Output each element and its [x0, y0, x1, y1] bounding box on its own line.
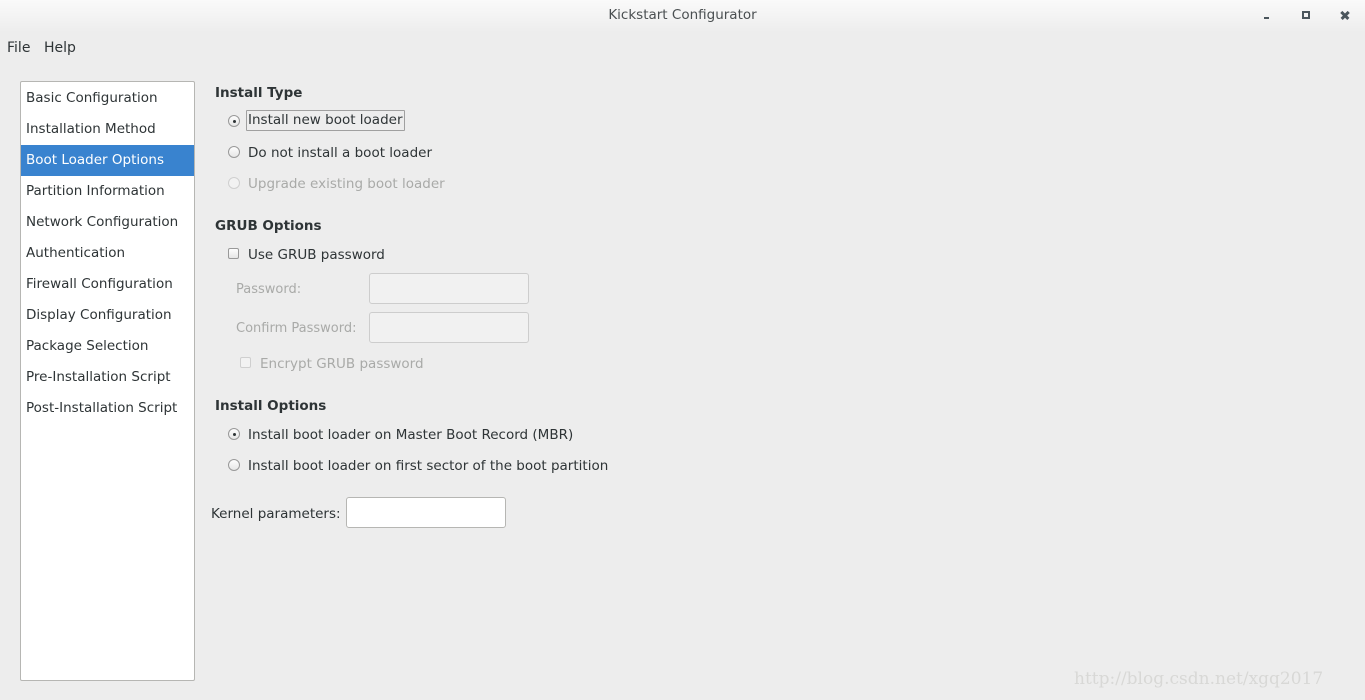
- install-boot-partition-radio[interactable]: [228, 459, 240, 471]
- install-type-heading: Install Type: [215, 85, 303, 101]
- kernel-parameters-label: Kernel parameters:: [211, 506, 341, 522]
- grub-options-heading: GRUB Options: [215, 218, 322, 234]
- minimize-button[interactable]: [1258, 6, 1278, 26]
- confirm-password-field: [369, 312, 529, 343]
- sidebar-item-firewall-configuration[interactable]: Firewall Configuration: [21, 269, 194, 300]
- encrypt-grub-password-checkbox: [240, 357, 251, 368]
- section-list: Basic Configuration Installation Method …: [20, 81, 195, 681]
- upgrade-existing-radio: [228, 177, 240, 189]
- title-bar: Kickstart Configurator: [0, 0, 1365, 32]
- do-not-install-label[interactable]: Do not install a boot loader: [248, 145, 432, 161]
- install-new-boot-loader-label[interactable]: Install new boot loader: [246, 110, 405, 131]
- install-boot-partition-label[interactable]: Install boot loader on first sector of t…: [248, 458, 608, 474]
- encrypt-grub-password-label: Encrypt GRUB password: [260, 356, 424, 372]
- sidebar-item-display-configuration[interactable]: Display Configuration: [21, 300, 194, 331]
- kernel-parameters-input[interactable]: [346, 497, 506, 528]
- password-field: [369, 273, 529, 304]
- install-mbr-radio[interactable]: [228, 428, 240, 440]
- sidebar-item-pre-installation-script[interactable]: Pre-Installation Script: [21, 362, 194, 393]
- sidebar-item-partition-information[interactable]: Partition Information: [21, 176, 194, 207]
- sidebar-item-network-configuration[interactable]: Network Configuration: [21, 207, 194, 238]
- password-label: Password:: [236, 282, 302, 297]
- window-title: Kickstart Configurator: [608, 7, 757, 23]
- menu-file[interactable]: File: [7, 40, 30, 56]
- use-grub-password-label[interactable]: Use GRUB password: [248, 247, 385, 263]
- watermark: http://blog.csdn.net/xgq2017: [1074, 669, 1324, 689]
- sidebar-item-boot-loader-options[interactable]: Boot Loader Options: [21, 145, 194, 176]
- confirm-password-label: Confirm Password:: [236, 321, 357, 336]
- sidebar-item-authentication[interactable]: Authentication: [21, 238, 194, 269]
- install-options-heading: Install Options: [215, 398, 327, 414]
- close-button[interactable]: [1336, 6, 1356, 26]
- menu-help[interactable]: Help: [44, 40, 76, 56]
- sidebar-item-basic-configuration[interactable]: Basic Configuration: [21, 83, 194, 114]
- sidebar-item-package-selection[interactable]: Package Selection: [21, 331, 194, 362]
- sidebar-item-post-installation-script[interactable]: Post-Installation Script: [21, 393, 194, 424]
- upgrade-existing-label: Upgrade existing boot loader: [248, 176, 445, 192]
- install-mbr-label[interactable]: Install boot loader on Master Boot Recor…: [248, 427, 573, 443]
- use-grub-password-checkbox[interactable]: [228, 248, 239, 259]
- maximize-button[interactable]: [1297, 6, 1317, 26]
- do-not-install-radio[interactable]: [228, 146, 240, 158]
- install-new-boot-loader-radio[interactable]: [228, 115, 240, 127]
- sidebar-item-installation-method[interactable]: Installation Method: [21, 114, 194, 145]
